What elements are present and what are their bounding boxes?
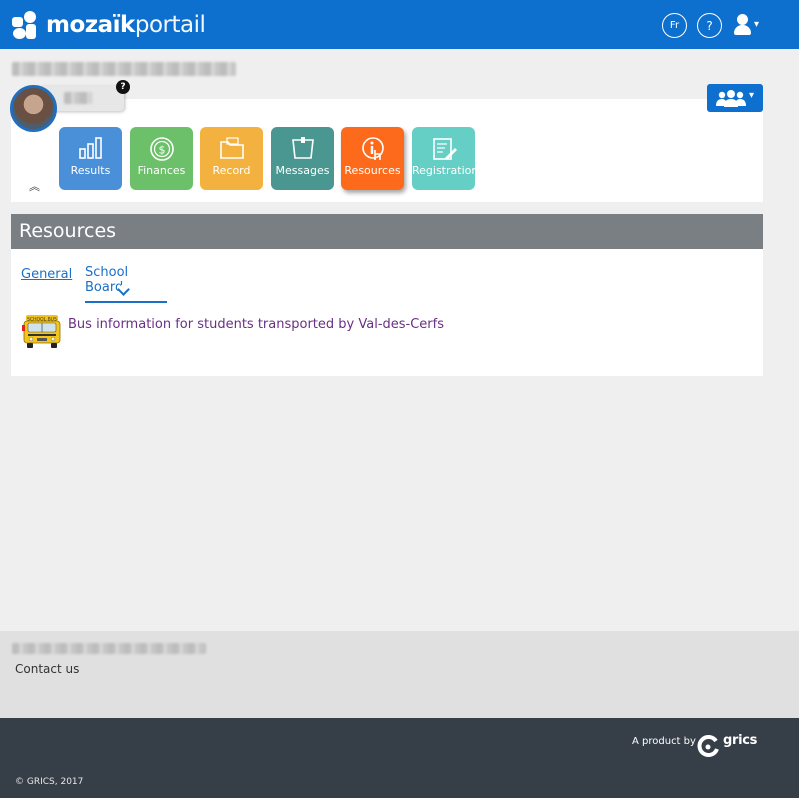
school-name-redacted [12, 62, 236, 76]
tile-label: Messages [275, 164, 330, 177]
student-name-redacted [64, 92, 92, 104]
tile-finances[interactable]: $ Finances [130, 127, 193, 190]
student-help-badge[interactable]: ? [116, 80, 130, 94]
group-selector-button[interactable]: ▾ [707, 84, 763, 112]
note-icon [291, 137, 314, 159]
user-icon [737, 14, 748, 25]
tile-label: Resources [344, 164, 401, 177]
user-menu-button[interactable]: ▾ [733, 13, 765, 37]
mozaik-logo[interactable]: mozaïkportail [12, 10, 206, 40]
chevron-down-icon: ▾ [749, 90, 755, 101]
logo-wordmark: mozaïkportail [46, 12, 206, 38]
help-button[interactable]: ? [697, 13, 722, 38]
school-bus-icon[interactable]: SCHOOL BUS [22, 313, 62, 349]
tile-results[interactable]: Results [59, 127, 122, 190]
chevron-down-icon: ▾ [754, 19, 760, 30]
svg-text:$: $ [158, 144, 165, 157]
tile-label: Results [70, 164, 111, 177]
tab-school-board[interactable]: School Board [85, 265, 167, 303]
collapse-icon[interactable]: ︽ [29, 181, 40, 192]
info-hand-icon [361, 137, 384, 160]
footer-bar [0, 718, 799, 798]
tile-label: Finances [137, 164, 186, 177]
mozaik-logo-icon [12, 11, 38, 39]
tile-messages[interactable]: Messages [271, 127, 334, 190]
form-pencil-icon [432, 138, 457, 160]
section-title: Resources [11, 214, 763, 249]
resource-link-bus-information[interactable]: Bus information for students transported… [68, 317, 444, 332]
grics-brand[interactable]: grics [723, 733, 757, 748]
tile-resources[interactable]: Resources [341, 127, 404, 190]
tab-general[interactable]: General [21, 267, 72, 282]
tile-record[interactable]: Record [200, 127, 263, 190]
footer-school-name-redacted [12, 643, 206, 654]
grics-logo-icon [697, 735, 719, 757]
tile-label: Record [212, 164, 251, 177]
tile-registration[interactable]: Registration [412, 127, 479, 190]
contact-us-link[interactable]: Contact us [15, 662, 79, 676]
top-bar: mozaïkportail Fr ? ▾ [0, 0, 799, 49]
language-button[interactable]: Fr [662, 13, 687, 38]
bar-chart-icon [78, 137, 102, 159]
dollar-coin-icon: $ [149, 137, 174, 161]
copyright-text: © GRICS, 2017 [15, 777, 84, 787]
users-group-icon [716, 90, 746, 107]
folder-icon [219, 137, 244, 159]
student-avatar[interactable] [10, 85, 57, 132]
tile-label: Registration [412, 164, 479, 177]
product-by-text: A product by [632, 736, 696, 747]
